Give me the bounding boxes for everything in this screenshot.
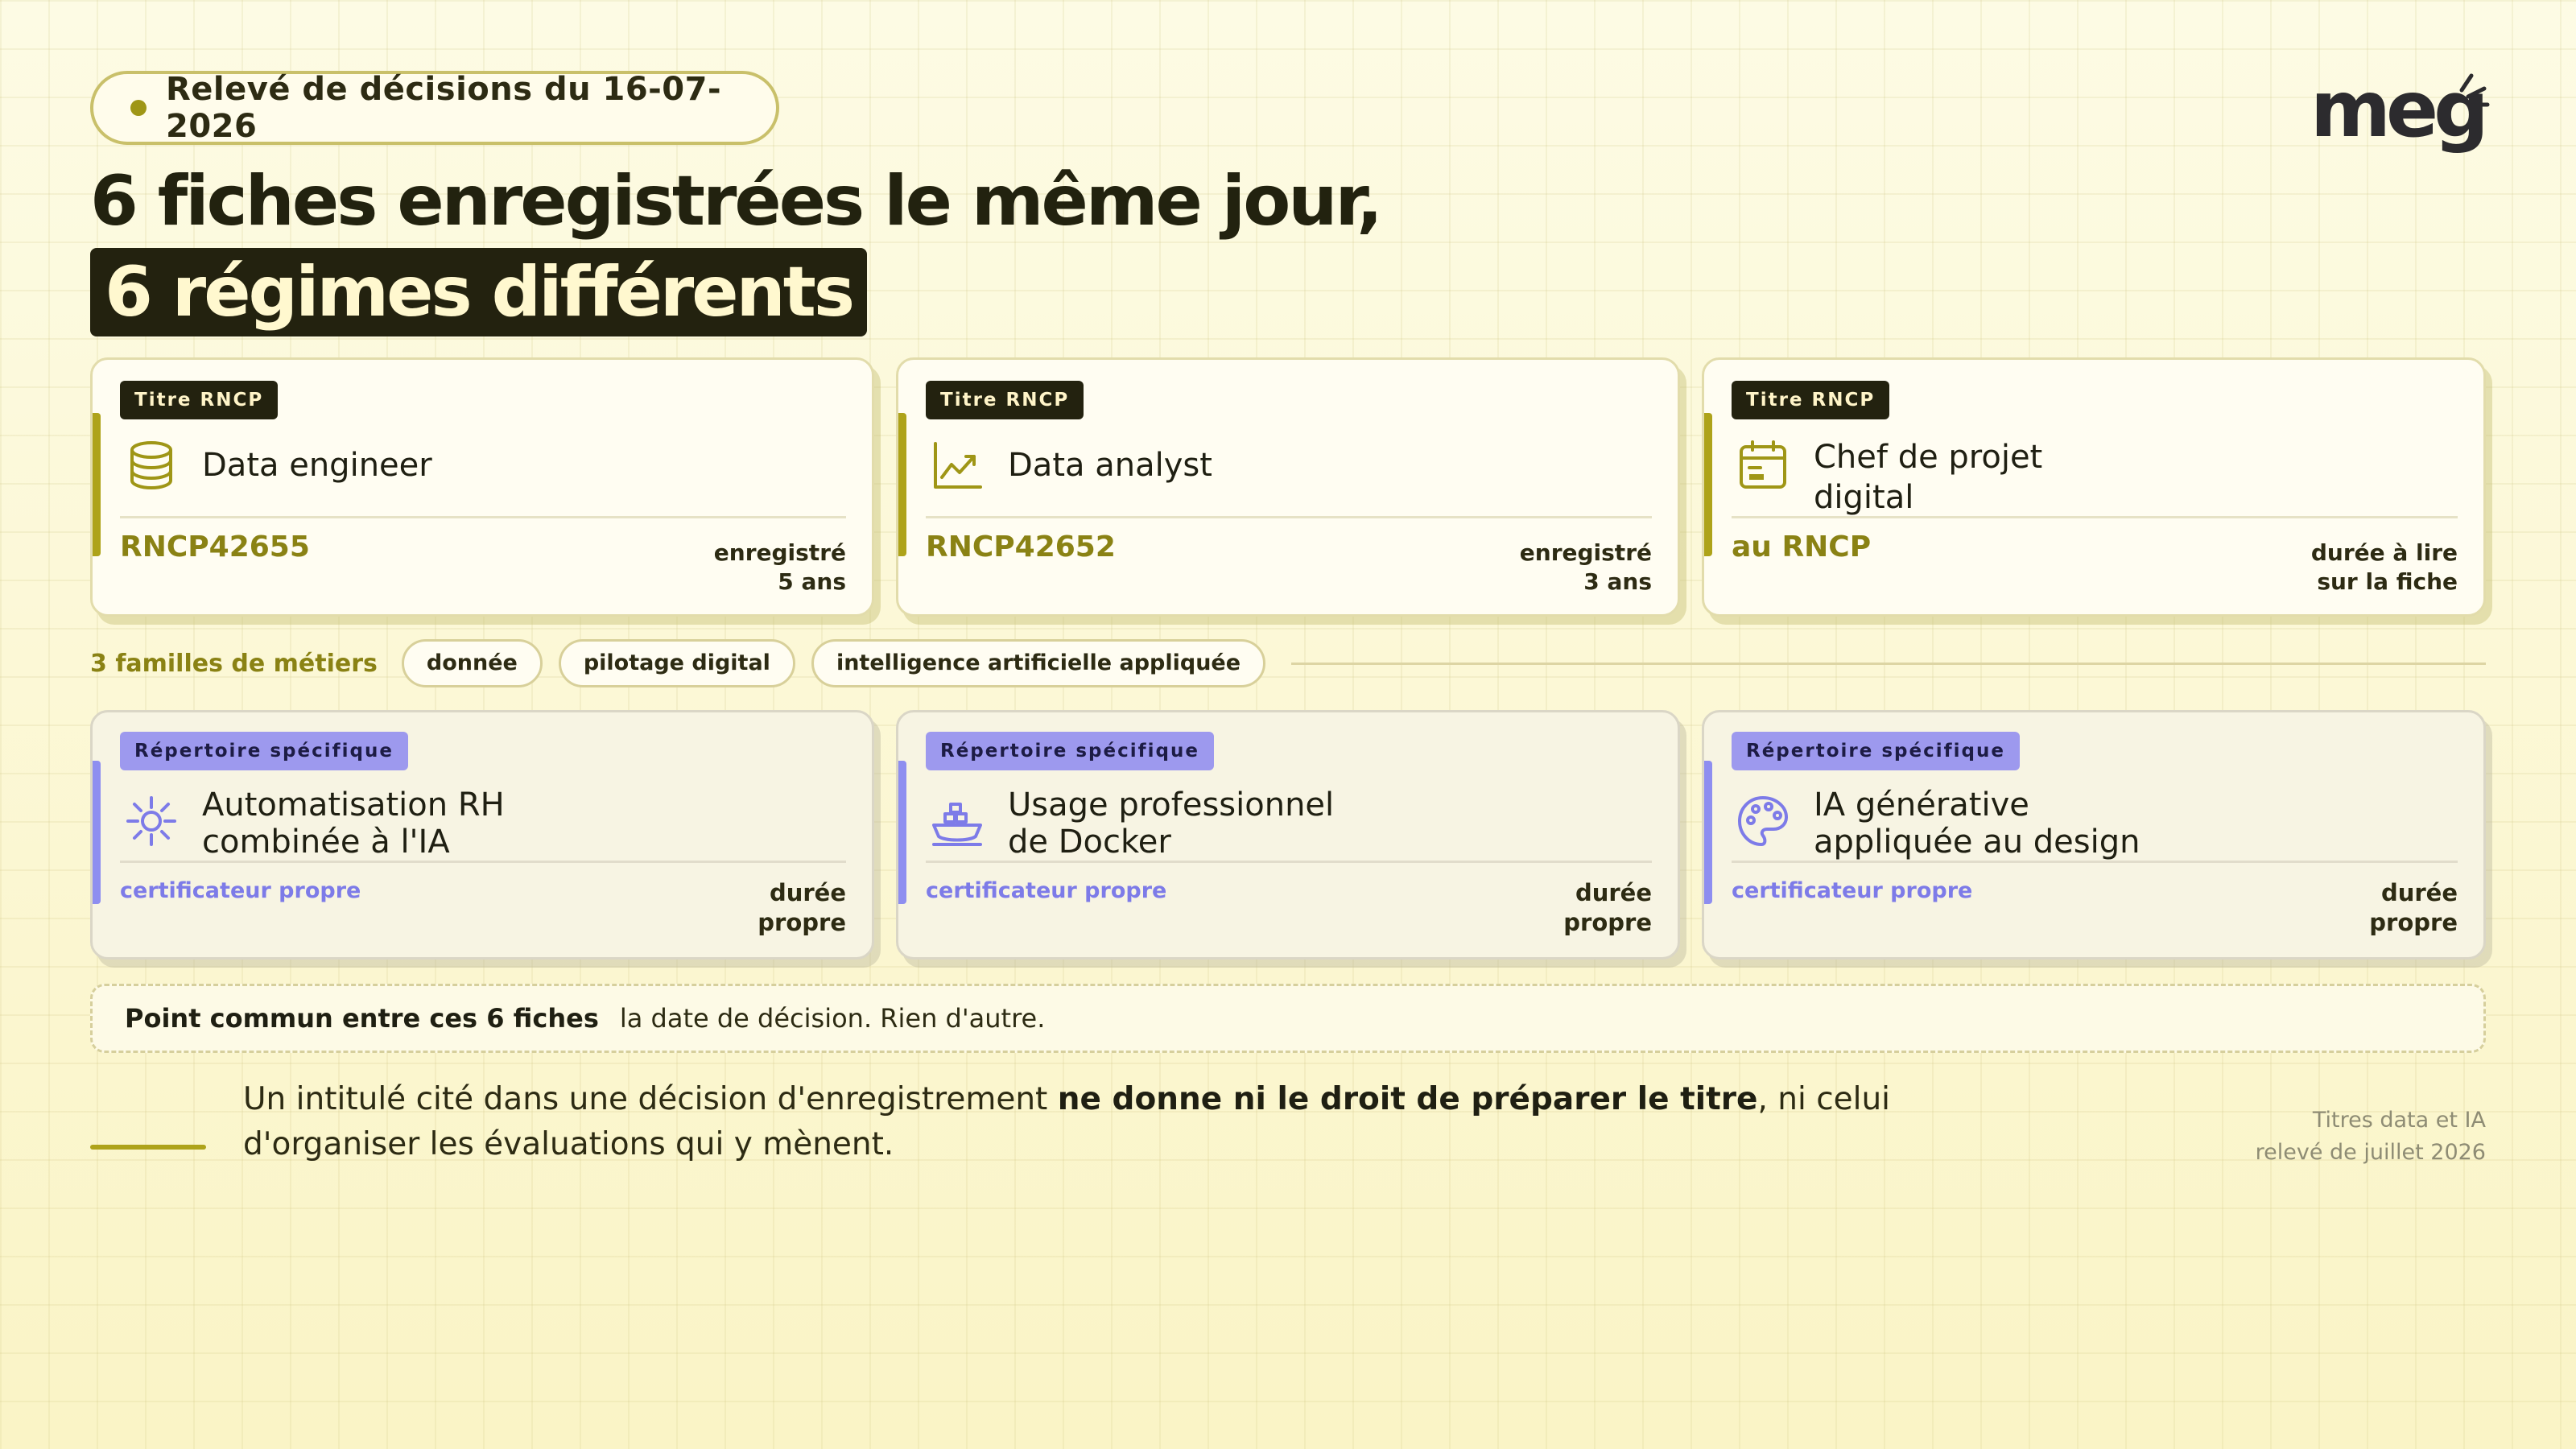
card-tag: Titre RNCP [926,381,1084,419]
card-title-line-1: Chef de projet [1814,439,2043,476]
card-meta-line-2: propre [1563,909,1652,936]
card-meta: enregistré 3 ans [1520,539,1652,597]
card-data-analyst: Titre RNCP Data analyst RNCP42652 enregi… [896,357,1680,617]
card-certifier: certificateur propre [926,878,1167,903]
status-dot [130,100,147,116]
family-chip: donnée [401,639,543,687]
card-accent-bar [1704,413,1712,556]
calendar-icon [1740,440,1786,489]
card-tag: Répertoire spécifique [1732,732,2020,770]
palette-icon [1737,795,1789,847]
date-pill: Relevé de décisions du 16-07-2026 [90,71,779,145]
card-meta-line-2: propre [758,909,846,936]
card-tag: Répertoire spécifique [926,732,1214,770]
card-accent-bar [93,761,101,904]
statement-part-1: Un intitulé cité dans une décision d'enr… [243,1081,1058,1117]
card-certifier: certificateur propre [120,878,361,903]
trending-chart-icon [934,442,982,489]
card-meta-line-2: 5 ans [778,568,846,595]
source-note: Titres data et IA relevé de juillet 2026 [2256,1104,2486,1169]
card-code: RNCP42652 [926,530,1116,564]
card-title-line-2: de Docker [1008,824,1171,861]
database-icon [130,441,172,490]
card-tag: Titre RNCP [120,381,279,419]
card-tag: Titre RNCP [1732,381,1890,419]
families-row: 3 familles de métiers donnée pilotage di… [90,638,2486,689]
card-title: Automatisation RH combinée à l'IA [202,786,814,861]
card-title: Data analyst [1008,447,1212,484]
divider [1732,861,2458,863]
closing-statement: Un intitulé cité dans une décision d'enr… [243,1077,2014,1167]
card-docker: Répertoire spécifique Usage professionne… [896,710,1680,960]
card-title: Chef de projet digital [1814,437,2425,518]
card-accent-bar [898,761,906,904]
divider [926,861,1652,863]
card-chef-de-projet: Titre RNCP Chef de projet digital au RNC… [1702,357,2486,617]
page-title: 6 fiches enregistrées le même jour, [90,161,1383,242]
meg-logo: meg [2302,64,2496,155]
common-point-text: la date de décision. Rien d'autre. [619,1003,1046,1034]
page-title-highlight: 6 régimes différents [90,248,868,336]
family-chip: pilotage digital [558,639,795,687]
card-tag: Répertoire spécifique [120,732,408,770]
card-meta-line-1: enregistré [1519,539,1652,566]
card-automatisation-rh: Répertoire spécifique Automatisation RH … [90,710,874,960]
card-meta-line-1: durée à lire [2310,539,2458,566]
card-meta: durée propre [758,878,846,938]
card-code: RNCP42655 [120,530,310,564]
card-title-line-1: Automatisation RH [202,786,505,824]
logo-spark-icon [2459,73,2490,107]
card-ia-generative: Répertoire spécifique IA générative appl… [1702,710,2486,960]
card-title: IA générative appliquée au design [1814,786,2425,861]
divider [120,516,846,518]
card-meta-line-1: durée [1575,879,1652,906]
family-chip: intelligence artificielle appliquée [811,639,1266,687]
card-accent-bar [1704,761,1712,904]
common-point-box: Point commun entre ces 6 fiches la date … [90,984,2486,1053]
card-title-line-1: Usage professionnel [1008,786,1335,824]
card-meta-line-1: enregistré [713,539,846,566]
families-label: 3 familles de métiers [90,649,378,678]
docker-ship-icon [932,803,982,846]
card-accent-bar [898,413,906,556]
sun-gear-icon [126,796,176,846]
card-meta-line-2: propre [2369,909,2458,936]
card-accent-bar [93,413,101,556]
card-title: Data engineer [202,447,432,484]
card-meta: durée propre [1563,878,1652,938]
card-code: au RNCP [1732,530,1872,564]
card-meta-line-2: sur la fiche [2317,568,2458,595]
card-meta: durée propre [2369,878,2458,938]
card-meta: enregistré 5 ans [714,539,846,597]
card-title-line-2: combinée à l'IA [202,824,450,861]
card-title-line-2: digital [1814,479,1914,516]
divider [120,861,846,863]
source-line-2: relevé de juillet 2026 [2255,1140,2486,1165]
card-meta-line-1: durée [769,879,846,906]
divider [926,516,1652,518]
accent-line [90,1145,206,1150]
families-divider [1291,662,2486,665]
card-meta: durée à lire sur la fiche [2311,539,2458,597]
source-line-1: Titres data et IA [2312,1108,2486,1133]
card-title-line-2: appliquée au design [1814,824,2140,861]
card-title-line-1: IA générative [1814,786,2029,824]
card-title: Usage professionnel de Docker [1008,786,1620,861]
card-data-engineer: Titre RNCP Data engineer RNCP42655 enreg… [90,357,874,617]
common-point-label: Point commun entre ces 6 fiches [125,1003,599,1034]
card-meta-line-1: durée [2380,879,2458,906]
card-certifier: certificateur propre [1732,878,1973,903]
statement-emphasis: ne donne ni le droit de préparer le titr… [1057,1081,1758,1117]
divider [1732,516,2458,518]
card-meta-line-2: 3 ans [1583,568,1652,595]
date-pill-label: Relevé de décisions du 16-07-2026 [166,71,722,145]
